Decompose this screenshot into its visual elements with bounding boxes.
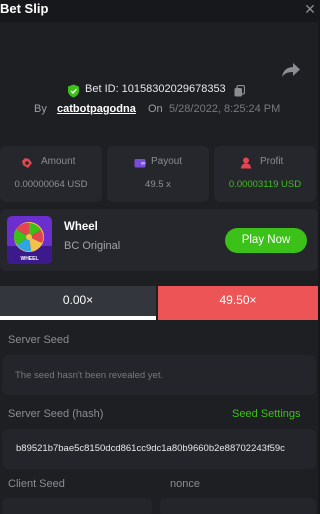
result-left-indicator (0, 316, 156, 320)
play-now-button[interactable]: Play Now (225, 228, 307, 253)
server-seed-label: Server Seed (8, 334, 70, 346)
username-link[interactable]: catbotpagodna (57, 103, 136, 115)
bet-id: Bet ID: 10158302029678353 (85, 83, 226, 95)
server-hash-label: Server Seed (hash) (8, 408, 104, 420)
seed-settings-link[interactable]: Seed Settings (232, 408, 301, 420)
profit-icon (241, 157, 251, 169)
result-segment-win: 49.50× (158, 286, 318, 320)
amount-value: 0.00000064 USD (14, 179, 88, 190)
result-left-label: 0.00× (62, 293, 94, 307)
client-seed-field[interactable] (2, 498, 152, 514)
copy-icon[interactable] (234, 85, 245, 97)
wheel-game-thumbnail[interactable]: WHEEL (7, 216, 52, 264)
nonce-label: nonce (170, 478, 200, 490)
server-hash-field[interactable]: b89521b7bae5c8150dcd861cc9dc1a80b9660b2e… (2, 429, 316, 469)
by-label: By (34, 103, 47, 115)
amount-card: Amount 0.00000064 USD (0, 146, 102, 202)
bet-id-row: Bet ID: 10158302029678353 (0, 82, 318, 100)
server-seed-field: The seed hasn't been revealed yet. (2, 355, 316, 395)
profit-label: Profit (260, 156, 284, 167)
coins-icon (22, 158, 32, 168)
game-name: Wheel (64, 221, 98, 233)
client-seed-label: Client Seed (8, 478, 65, 490)
payout-label: Payout (151, 156, 183, 167)
payout-card: Payout 49.5 x (107, 146, 209, 202)
game-card: WHEEL Wheel BC Original Play Now (0, 209, 318, 271)
share-icon[interactable] (280, 60, 302, 80)
verified-shield-icon (68, 84, 79, 98)
bet-slip-title: Bet Slip (0, 1, 49, 16)
on-label: On (148, 103, 163, 115)
payout-value: 49.5 x (145, 179, 171, 190)
result-right-label: 49.50× (219, 293, 257, 307)
game-provider: BC Original (64, 240, 121, 252)
server-hash-value: b89521b7bae5c8150dcd861cc9dc1a80b9660b2e… (16, 443, 285, 454)
result-segment-loss: 0.00× (0, 286, 156, 320)
profit-value: 0.00003119 USD (228, 179, 302, 190)
profit-card: Profit 0.00003119 USD (214, 146, 316, 202)
nonce-field[interactable] (160, 498, 316, 514)
bet-author-row: By catbotpagodna On 5/28/2022, 8:25:24 P… (0, 101, 318, 119)
thumb-caption: WHEEL (20, 256, 38, 262)
payout-icon (134, 159, 146, 168)
amount-label: Amount (41, 156, 76, 167)
close-icon[interactable]: ✕ (302, 0, 318, 18)
bet-slip-header: Bet Slip ✕ (0, 0, 318, 22)
server-seed-value: The seed hasn't been revealed yet. (15, 370, 164, 381)
bet-date: 5/28/2022, 8:25:24 PM (169, 103, 281, 115)
